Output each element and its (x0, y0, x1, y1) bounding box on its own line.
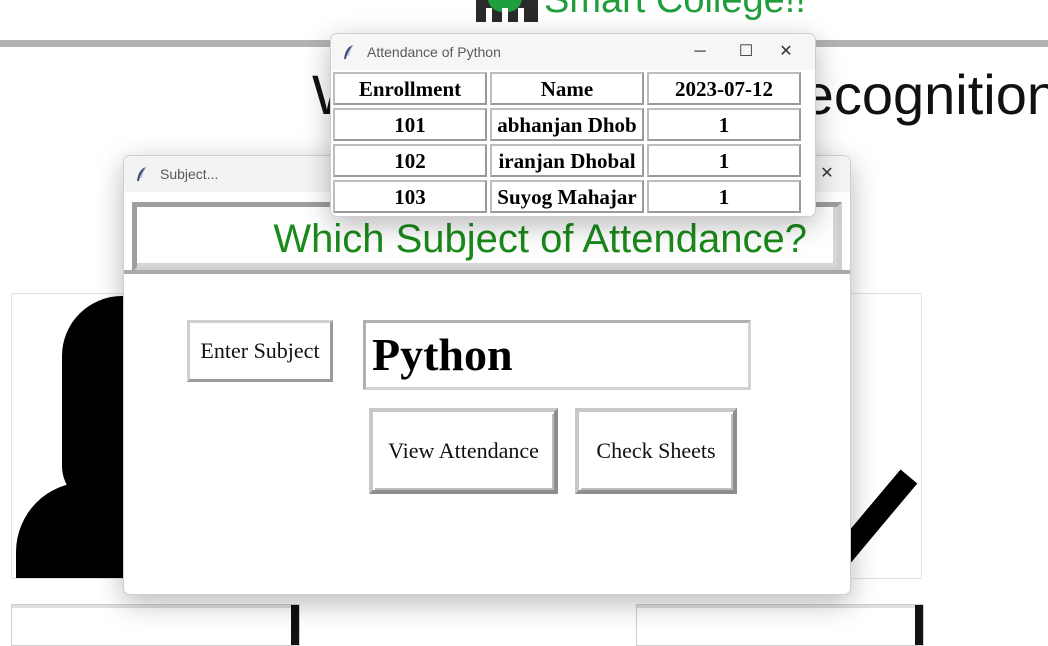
subject-dialog[interactable]: Subject... ✕ Which Subject of Attendance… (123, 155, 851, 595)
tk-feather-icon (137, 166, 147, 181)
brand-logo-icon (476, 0, 538, 22)
subject-divider (124, 270, 850, 274)
enter-subject-label: Enter Subject (187, 320, 333, 382)
minimize-button[interactable]: ─ (677, 34, 723, 70)
attendance-window-titlebar[interactable]: Attendance of Python ─ ☐ ✕ (331, 34, 815, 70)
subject-dialog-title: Subject... (160, 166, 219, 182)
table-cell: 1 (647, 144, 801, 177)
check-sheets-button[interactable]: Check Sheets (575, 408, 737, 494)
subject-input-value: Python (372, 329, 513, 380)
attendance-panel[interactable] (848, 293, 922, 579)
tk-feather-icon (344, 44, 354, 59)
column-header-date: 2023-07-12 (647, 72, 801, 105)
attendance-window-title: Attendance of Python (367, 44, 501, 60)
view-attendance-button[interactable]: View Attendance (369, 408, 558, 494)
table-cell: 1 (647, 180, 801, 213)
close-button[interactable]: ✕ (763, 34, 809, 70)
brand-title: Smart College!! (544, 0, 806, 21)
table-cell: abhanjan Dhob (490, 108, 644, 141)
table-cell: Suyog Mahajar (490, 180, 644, 213)
subject-header-text: Which Subject of Attendance? (273, 217, 807, 261)
table-cell: 103 (333, 180, 487, 213)
table-cell: 1 (647, 108, 801, 141)
table-cell: 102 (333, 144, 487, 177)
table-cell: iranjan Dhobal (490, 144, 644, 177)
attendance-window[interactable]: Attendance of Python ─ ☐ ✕ Enrollment Na… (330, 33, 816, 217)
subject-input[interactable]: Python (363, 320, 751, 390)
table-cell: 101 (333, 108, 487, 141)
column-header-enrollment: Enrollment (333, 72, 487, 105)
column-header-name: Name (490, 72, 644, 105)
checkmark-icon (849, 430, 918, 570)
